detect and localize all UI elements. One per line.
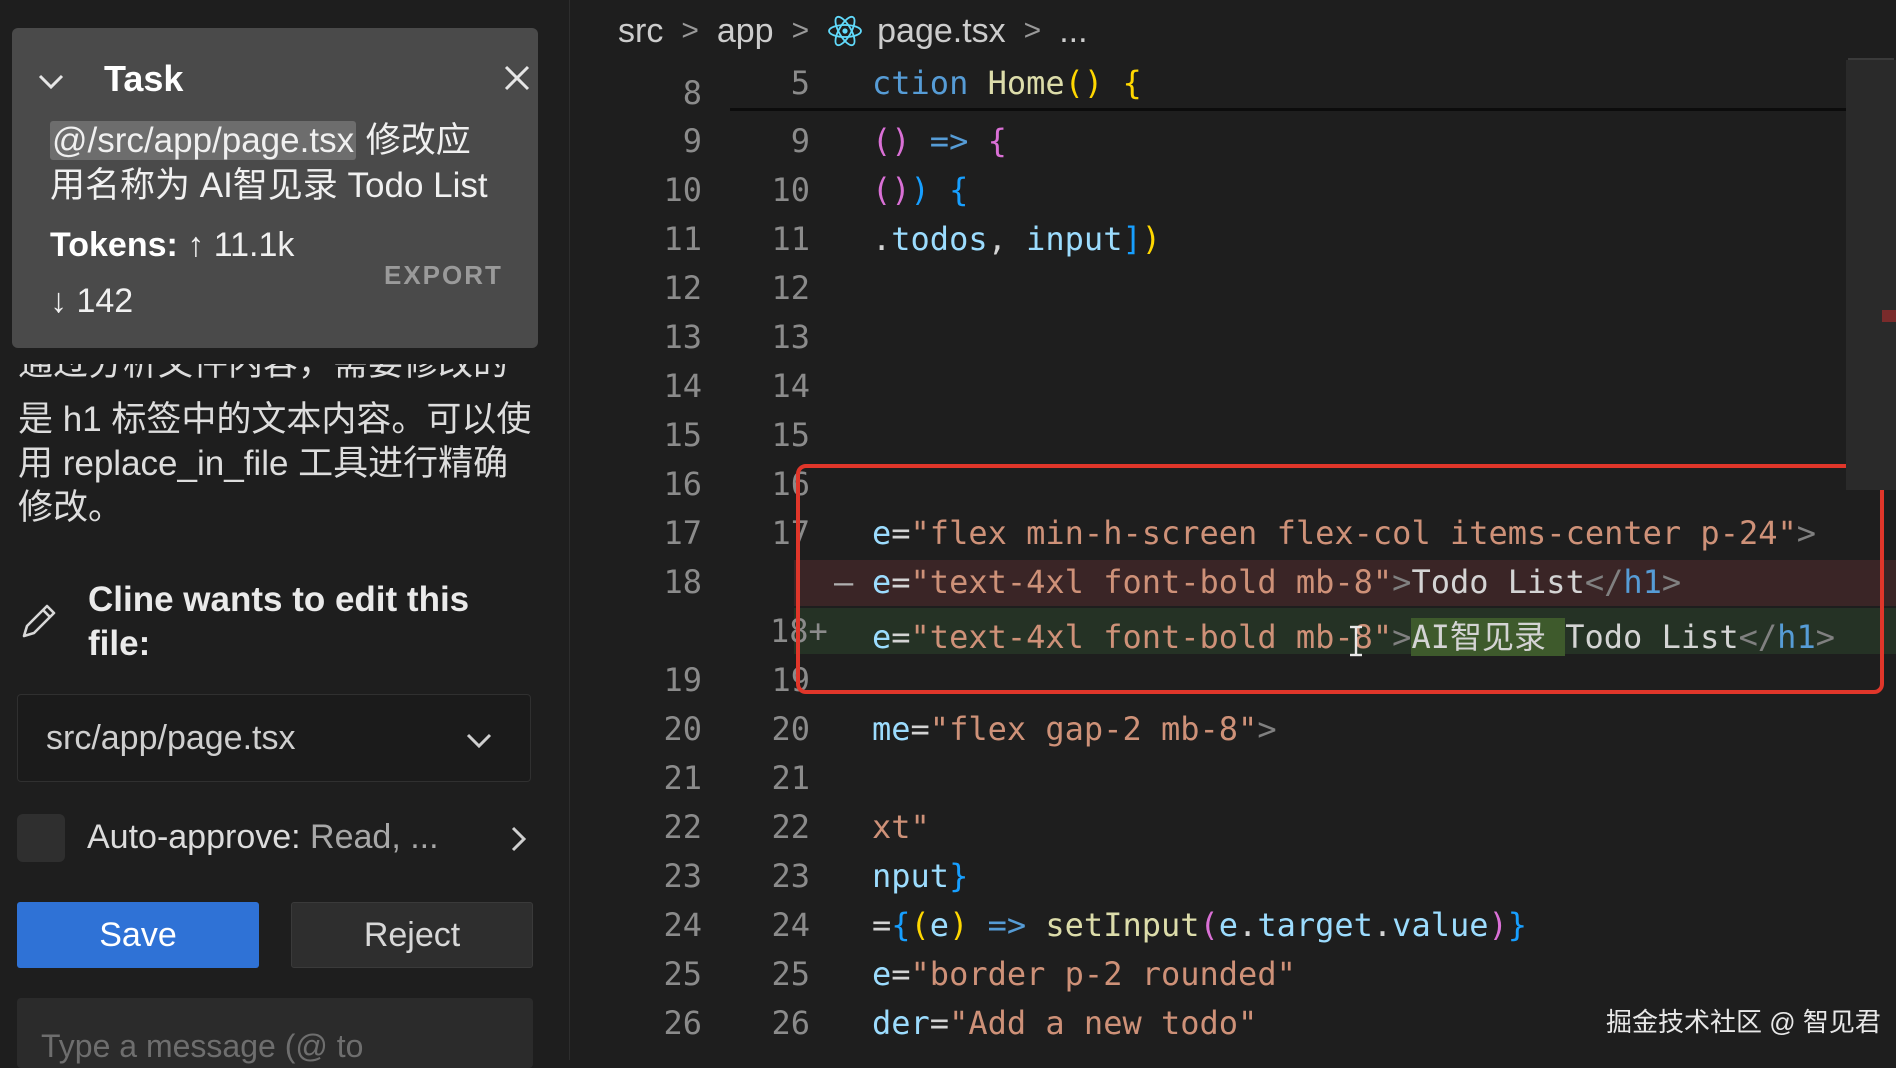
edit-request: Cline wants to edit this file: — [18, 578, 538, 674]
line-number-old: 26 — [663, 1004, 702, 1042]
chevron-right-icon[interactable] — [505, 824, 531, 854]
line-number-old: 19 — [663, 661, 702, 699]
code-line: xt" — [872, 808, 930, 846]
auto-approve-key: Auto-approve: — [87, 818, 301, 856]
pencil-icon — [22, 604, 56, 638]
message-cut-text: 通过分析文件内容，需要修改的 — [18, 364, 538, 386]
edit-label: Cline wants to edit this file: — [88, 578, 469, 666]
code-line: .todos, input]) — [872, 220, 1161, 258]
line-number-old: 25 — [663, 955, 702, 993]
code-line: e="border p-2 rounded" — [872, 955, 1296, 993]
line-number-old: 8 — [682, 74, 702, 112]
line-number-old: 11 — [663, 220, 702, 258]
line-number-new: 20 — [771, 710, 810, 748]
line-number-old: 9 — [682, 122, 702, 160]
message-input[interactable] — [17, 998, 533, 1068]
tokens-up: ↑ 11.1k — [187, 226, 295, 264]
message-cut-line: 通过分析文件内容，需要修改的 — [18, 364, 538, 392]
line-number-old: 14 — [663, 367, 702, 405]
file-path: src/app/page.tsx — [46, 719, 296, 757]
line-number-old: 10 — [663, 171, 702, 209]
code-line: nput} — [872, 857, 969, 895]
line-number-new: 21 — [771, 759, 810, 797]
text-cursor-icon — [1350, 625, 1362, 657]
line-number-old: 17 — [663, 514, 702, 552]
line-number-old: 18 — [663, 563, 702, 601]
line-number-new: 26 — [771, 1004, 810, 1042]
line-number-new: 13 — [771, 318, 810, 356]
tokens-row: Tokens: ↑ 11.1k — [50, 226, 294, 265]
edit-label-line1: Cline wants to edit this — [88, 580, 470, 619]
task-header: Task — [36, 52, 533, 112]
line-number-new: 14 — [771, 367, 810, 405]
task-description: @/src/app/page.tsx 修改应 用名称为 AI智见录 Todo L… — [50, 118, 510, 208]
chevron-down-icon — [466, 733, 492, 749]
line-number-old: 16 — [663, 465, 702, 503]
message-line: 修改。 — [18, 488, 124, 527]
line-number-old: 15 — [663, 416, 702, 454]
code-line: ()) { — [872, 171, 969, 209]
file-dropdown[interactable]: src/app/page.tsx — [17, 694, 531, 782]
line-number-old: 24 — [663, 906, 702, 944]
line-number-new: 10 — [771, 171, 810, 209]
line-number-old: 22 — [663, 808, 702, 846]
close-icon[interactable] — [501, 62, 533, 94]
line-number-new: 9 — [790, 122, 810, 160]
tokens-label: Tokens: — [50, 226, 178, 264]
line-number-old: 20 — [663, 710, 702, 748]
message-line: 用 replace_in_file 工具进行精确 — [18, 444, 509, 483]
line-number-new: 23 — [771, 857, 810, 895]
code-line: der="Add a new todo" — [872, 1004, 1258, 1042]
code-line: me="flex gap-2 mb-8"> — [872, 710, 1277, 748]
code-editor[interactable]: src > app > page.tsx > ... 5 ction Home(… — [572, 0, 1896, 1060]
assistant-message: 是 h1 标签中的文本内容。可以使 用 replace_in_file 工具进行… — [18, 398, 538, 530]
save-button[interactable]: Save — [17, 902, 259, 968]
auto-approve-value: Read, ... — [310, 818, 439, 856]
chevron-down-icon[interactable] — [36, 66, 66, 96]
annotation-highlight-box — [796, 464, 1884, 694]
task-title: Task — [104, 58, 184, 99]
line-number-old: 13 — [663, 318, 702, 356]
export-button[interactable]: EXPORT — [384, 260, 503, 291]
code-line: ction Home() { — [872, 64, 1142, 102]
auto-approve-label: Auto-approve: Read, ... — [87, 818, 439, 857]
cline-panel: Task @/src/app/page.tsx 修改应 用名称为 AI智见录 T… — [0, 0, 570, 1068]
auto-approve-checkbox[interactable] — [17, 814, 65, 862]
code-line: ={(e) => setInput(e.target.value)} — [872, 906, 1528, 944]
task-desc-rest: 修改应 — [356, 121, 471, 160]
file-mention[interactable]: @/src/app/page.tsx — [50, 121, 357, 160]
line-number-old: 12 — [663, 269, 702, 307]
auto-approve-row[interactable]: Auto-approve: Read, ... — [17, 812, 531, 868]
tokens-down: ↓ 142 — [50, 282, 134, 320]
reject-button[interactable]: Reject — [291, 902, 533, 968]
line-number-new: 15 — [771, 416, 810, 454]
editor-scrollbar[interactable] — [1846, 60, 1896, 490]
message-line: 是 h1 标签中的文本内容。可以使 — [18, 400, 532, 439]
task-desc-line2: 用名称为 AI智见录 Todo List — [50, 166, 488, 205]
line-number-new: 11 — [771, 220, 810, 258]
line-number-old: 21 — [663, 759, 702, 797]
line-number-new: 24 — [771, 906, 810, 944]
line-number-new: 12 — [771, 269, 810, 307]
line-number-new: 22 — [771, 808, 810, 846]
line-number-old: 23 — [663, 857, 702, 895]
watermark: 掘金技术社区 @ 智见君 — [1606, 1007, 1881, 1037]
line-number: 5 — [790, 64, 810, 102]
line-number-new: 25 — [771, 955, 810, 993]
code-line: () => { — [872, 122, 1007, 160]
scroll-change-marker — [1882, 310, 1896, 322]
edit-label-line2: file: — [88, 624, 151, 663]
